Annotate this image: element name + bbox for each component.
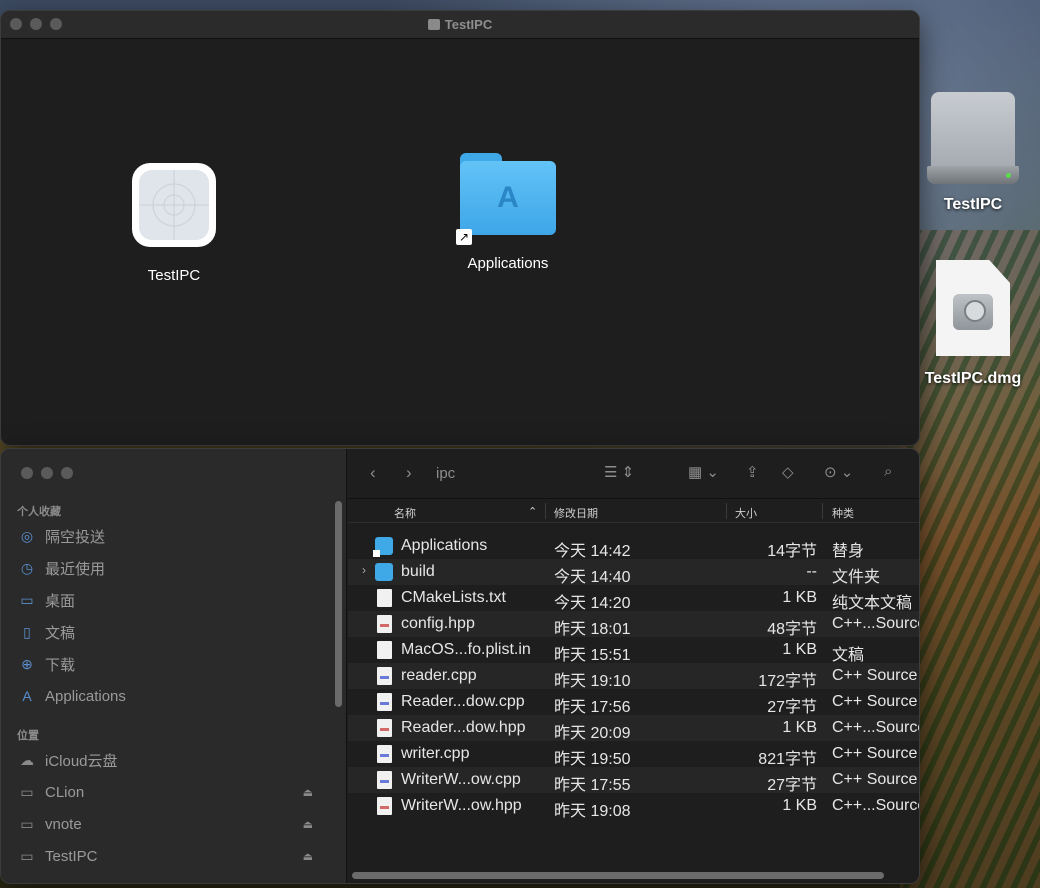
column-size[interactable]: 大小 — [735, 505, 757, 521]
more-actions-icon[interactable]: ⊙ ⌄ — [824, 463, 853, 481]
disk-icon — [427, 19, 440, 30]
cpp-file-icon — [377, 667, 392, 685]
testipc-app-item[interactable]: TestIPC — [129, 163, 219, 284]
disk-icon: ▭ — [20, 847, 34, 864]
disk-icon: ▭ — [20, 783, 34, 800]
applications-icon: A — [22, 688, 32, 704]
column-date[interactable]: 修改日期 — [554, 505, 598, 521]
close-button[interactable] — [21, 467, 33, 479]
sidebar: 个人收藏 ◎ 隔空投送 ◷ 最近使用 ▭ 桌面 ▯ 文稿 ⊕ 下载 A Applicatio… — [1, 449, 347, 883]
column-name[interactable]: 名称 — [394, 505, 416, 521]
file-row[interactable]: Applications 今天 14:42 14字节 替身 — [348, 533, 919, 560]
cpp-file-icon — [377, 693, 392, 711]
sidebar-scrollbar[interactable] — [335, 501, 342, 707]
desktop-icon: ▭ — [20, 591, 34, 608]
share-icon[interactable]: ⇪ — [746, 463, 759, 481]
document-file-icon — [377, 641, 392, 659]
cpp-file-icon — [377, 745, 392, 763]
sidebar-item-testipc[interactable]: ▭ TestIPC ⏏ — [19, 843, 319, 869]
download-icon: ⊕ — [21, 655, 33, 672]
app-store-glyph-icon: A — [497, 181, 519, 214]
window-title: TestIPC — [1, 17, 919, 32]
airdrop-icon: ◎ — [20, 527, 34, 544]
back-button[interactable]: ‹ — [370, 463, 376, 483]
folder-icon — [375, 563, 393, 581]
file-row[interactable]: Reader...dow.hpp 昨天 20:09 1 KB C++...Sou… — [348, 715, 919, 742]
header-file-icon — [377, 719, 392, 737]
desktop-mounted-disk[interactable]: TestIPC — [922, 92, 1024, 214]
document-icon: ▯ — [23, 623, 31, 640]
horizontal-scrollbar[interactable] — [352, 872, 884, 879]
forward-button[interactable]: › — [406, 463, 412, 483]
search-icon[interactable]: ⌕ — [884, 463, 892, 480]
zoom-button[interactable] — [61, 467, 73, 479]
file-row[interactable]: Reader...dow.cpp 昨天 17:56 27字节 C++ Sourc… — [348, 689, 919, 716]
eject-icon[interactable]: ⏏ — [303, 850, 313, 863]
sidebar-item-vnote[interactable]: ▭ vnote ⏏ — [19, 811, 319, 837]
list-view-icon[interactable]: ☰ ⇕ — [604, 463, 634, 481]
toolbar: ‹ › ipc ☰ ⇕ ▦ ⌄ ⇪ ◇ ⊙ ⌄ ⌕ — [348, 449, 919, 499]
column-kind[interactable]: 种类 — [832, 505, 854, 521]
sidebar-item-airdrop[interactable]: ◎ 隔空投送 — [19, 523, 319, 549]
file-row[interactable]: CMakeLists.txt 今天 14:20 1 KB 纯文本文稿 — [348, 585, 919, 612]
sidebar-item-clion[interactable]: ▭ CLion ⏏ — [19, 779, 319, 805]
file-list: Applications 今天 14:42 14字节 替身 › build 今天… — [348, 533, 919, 820]
window-controls — [21, 467, 73, 479]
current-folder-title: ipc — [436, 465, 456, 482]
dmg-window: TestIPC TestIPC A ↗ Applications — [0, 10, 920, 446]
cloud-icon: ☁ — [20, 751, 34, 768]
desktop-item-label: TestIPC — [943, 196, 1003, 213]
desktop-item-label: TestIPC.dmg — [924, 370, 1022, 387]
disk-icon: ▭ — [20, 815, 34, 832]
sidebar-item-downloads[interactable]: ⊕ 下载 — [19, 651, 319, 677]
applications-alias-item[interactable]: A ↗ Applications — [451, 153, 565, 272]
sort-ascending-icon[interactable]: ⌃ — [528, 505, 537, 518]
dmg-titlebar[interactable]: TestIPC — [1, 11, 919, 39]
cpp-file-icon — [377, 771, 392, 789]
file-row[interactable]: writer.cpp 昨天 19:50 821字节 C++ Source — [348, 741, 919, 768]
clock-icon: ◷ — [20, 559, 34, 576]
applications-folder-alias-icon: A ↗ — [456, 153, 556, 245]
group-view-icon[interactable]: ▦ ⌄ — [688, 463, 719, 481]
eject-icon[interactable]: ⏏ — [303, 786, 313, 799]
header-file-icon — [377, 797, 392, 815]
locations-header: 位置 — [17, 730, 39, 742]
mounted-disk-icon — [927, 92, 1019, 186]
file-row[interactable]: › build 今天 14:40 -- 文件夹 — [348, 559, 919, 586]
sidebar-item-recents[interactable]: ◷ 最近使用 — [19, 555, 319, 581]
column-header: 名称 ⌃ 修改日期 大小 种类 — [348, 499, 919, 523]
text-file-icon — [377, 589, 392, 607]
finder-window: 个人收藏 ◎ 隔空投送 ◷ 最近使用 ▭ 桌面 ▯ 文稿 ⊕ 下载 A Applicatio… — [0, 448, 920, 884]
disclosure-triangle-icon[interactable]: › — [362, 563, 366, 577]
sidebar-item-documents[interactable]: ▯ 文稿 — [19, 619, 319, 645]
minimize-button[interactable] — [41, 467, 53, 479]
item-label: Applications — [467, 255, 549, 272]
item-label: TestIPC — [147, 267, 201, 284]
app-icon — [132, 163, 216, 247]
file-row[interactable]: MacOS...fo.plist.in 昨天 15:51 1 KB 文稿 — [348, 637, 919, 664]
applications-alias-icon — [373, 537, 393, 557]
favorites-header: 个人收藏 — [17, 506, 61, 518]
alias-arrow-icon: ↗ — [456, 229, 472, 245]
file-row[interactable]: reader.cpp 昨天 19:10 172字节 C++ Source — [348, 663, 919, 690]
file-list-pane: ‹ › ipc ☰ ⇕ ▦ ⌄ ⇪ ◇ ⊙ ⌄ ⌕ 名称 ⌃ 修改日期 大小 种… — [348, 449, 919, 883]
desktop-dmg-file[interactable]: TestIPC.dmg — [918, 260, 1028, 388]
file-row[interactable]: WriterW...ow.hpp 昨天 19:08 1 KB C++...Sou… — [348, 793, 919, 820]
sidebar-item-icloud[interactable]: ☁ iCloud云盘 — [19, 747, 319, 773]
tag-icon[interactable]: ◇ — [782, 463, 794, 481]
header-file-icon — [377, 615, 392, 633]
sidebar-item-applications[interactable]: A Applications — [19, 683, 319, 709]
eject-icon[interactable]: ⏏ — [303, 818, 313, 831]
disk-image-file-icon — [936, 260, 1010, 356]
sidebar-item-desktop[interactable]: ▭ 桌面 — [19, 587, 319, 613]
file-row[interactable]: WriterW...ow.cpp 昨天 17:55 27字节 C++ Sourc… — [348, 767, 919, 794]
file-row[interactable]: config.hpp 昨天 18:01 48字节 C++...Source — [348, 611, 919, 638]
